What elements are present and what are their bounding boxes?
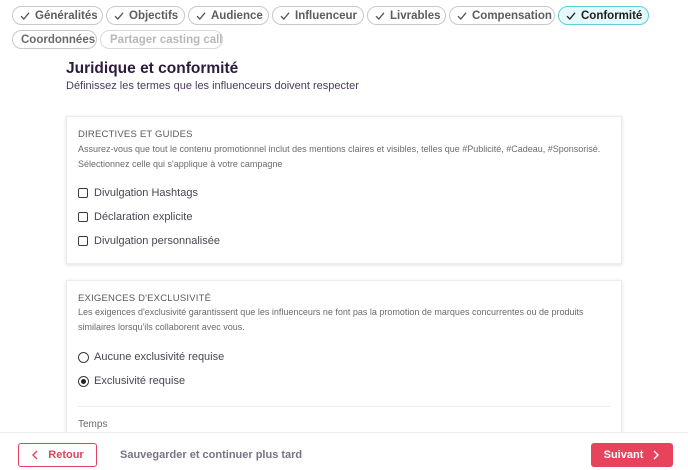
radio-button[interactable] <box>78 351 89 363</box>
check-icon <box>280 11 290 20</box>
tab-livrables[interactable]: Livrables <box>367 6 446 25</box>
divider <box>78 406 610 407</box>
tab-label: Audience <box>211 9 263 22</box>
checkbox-divulgation-personnalisee[interactable]: Divulgation personnalisée <box>78 235 220 247</box>
tab-label: Compensation <box>472 9 552 22</box>
exclusivity-description: Les exigences d'exclusivité garantissent… <box>78 307 584 332</box>
page-title: Juridique et conformité <box>66 60 239 77</box>
checkbox[interactable] <box>78 188 88 198</box>
radio-label: Aucune exclusivité requise <box>94 351 225 363</box>
exclusivity-title: EXIGENCES D'EXCLUSIVITÉ <box>78 293 212 304</box>
radio-exclusivite-requise[interactable]: Exclusivité requise <box>78 375 185 387</box>
checkbox[interactable] <box>78 236 88 246</box>
tab-audience[interactable]: Audience <box>188 6 269 25</box>
check-icon <box>566 11 576 20</box>
next-button[interactable]: Suivant <box>591 443 673 467</box>
tab-conformite[interactable]: Conformité <box>558 6 649 25</box>
guidelines-title: DIRECTIVES ET GUIDES <box>78 129 193 140</box>
chevron-left-icon <box>32 450 38 460</box>
tab-label: Conformité <box>581 9 643 22</box>
guidelines-description: Assurez-vous que tout le contenu promoti… <box>78 144 601 169</box>
check-icon <box>114 11 124 20</box>
guidelines-card: DIRECTIVES ET GUIDES Assurez-vous que to… <box>66 116 622 264</box>
check-icon <box>457 11 467 20</box>
exclusivity-card: EXIGENCES D'EXCLUSIVITÉ Les exigences d'… <box>66 280 622 440</box>
tab-label: Partager casting call <box>110 33 223 46</box>
checkbox-declaration-explicite[interactable]: Déclaration explicite <box>78 211 192 223</box>
checkbox-divulgation-hashtags[interactable]: Divulgation Hashtags <box>78 187 198 199</box>
checkbox[interactable] <box>78 212 88 222</box>
check-icon <box>20 11 30 20</box>
radio-label: Exclusivité requise <box>94 375 186 387</box>
radio-aucune-exclusivite[interactable]: Aucune exclusivité requise <box>78 351 224 363</box>
check-icon <box>375 11 385 20</box>
tab-label: Coordonnées <box>21 33 96 46</box>
footer-bar: Retour Sauvegarder et continuer plus tar… <box>0 432 688 470</box>
tab-objectifs[interactable]: Objectifs <box>106 6 185 25</box>
time-label: Temps <box>78 419 108 430</box>
tab-coordonnees[interactable]: Coordonnées <box>12 30 97 49</box>
radio-button[interactable] <box>78 375 89 387</box>
back-button-label: Retour <box>48 449 84 461</box>
page-subtitle: Définissez les termes que les influenceu… <box>66 80 359 92</box>
tab-generalites[interactable]: Généralités <box>12 6 103 25</box>
checkbox-label: Divulgation personnalisée <box>94 235 220 247</box>
checkbox-label: Divulgation Hashtags <box>94 187 198 199</box>
checkbox-label: Déclaration explicite <box>94 211 193 223</box>
tab-influenceur[interactable]: Influenceur <box>272 6 364 25</box>
tab-compensation[interactable]: Compensation <box>449 6 555 25</box>
tab-label: Objectifs <box>129 9 179 22</box>
check-icon <box>196 11 206 20</box>
chevron-right-icon <box>653 450 660 460</box>
back-button[interactable]: Retour <box>18 443 97 467</box>
tab-label: Influenceur <box>295 9 357 22</box>
tab-label: Livrables <box>390 9 441 22</box>
next-button-label: Suivant <box>603 449 644 461</box>
tab-partager-casting-call: Partager casting call <box>100 30 223 49</box>
save-later-link[interactable]: Sauvegarder et continuer plus tard <box>120 449 302 461</box>
tab-label: Généralités <box>35 9 98 22</box>
